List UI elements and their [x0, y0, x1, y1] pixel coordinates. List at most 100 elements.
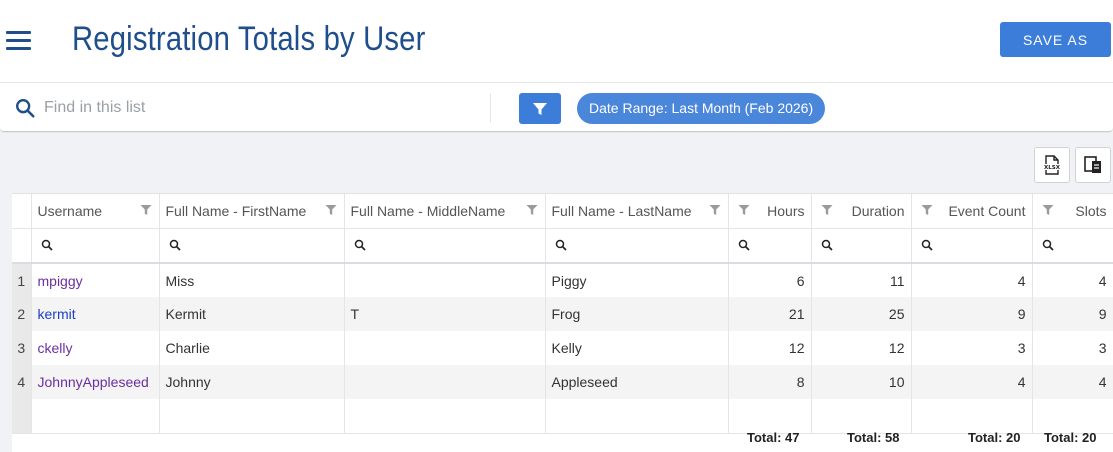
export-xlsx-button[interactable]: XLSX	[1034, 147, 1070, 183]
column-header-hours[interactable]: Hours	[728, 194, 812, 229]
event-count-cell: 4	[911, 263, 1033, 297]
search-icon	[354, 240, 366, 251]
total-hours: Total: 47	[747, 430, 800, 445]
save-as-button[interactable]: SAVE AS	[1000, 22, 1111, 57]
column-chooser-button[interactable]	[1075, 147, 1111, 183]
total-duration: Total: 58	[847, 430, 900, 445]
slots-cell: 4	[1032, 365, 1113, 399]
column-chooser-icon	[1084, 156, 1101, 173]
search-icon	[738, 240, 750, 251]
total-event-count: Total: 20	[968, 430, 1021, 445]
column-header-duration[interactable]: Duration	[811, 194, 912, 229]
column-filter-icon[interactable]	[1042, 204, 1054, 216]
search-icon	[921, 240, 933, 251]
column-header-username[interactable]: Username	[31, 194, 160, 229]
xlsx-export-icon: XLSX	[1044, 155, 1061, 175]
totals-row: Total: 47 Total: 58 Total: 20 Total: 20	[12, 430, 1113, 448]
search-icon	[16, 99, 35, 118]
page-title: Registration Totals by User	[72, 20, 426, 58]
username-link[interactable]: ckelly	[38, 340, 73, 356]
username-link[interactable]: JohnnyAppleseed	[38, 374, 149, 390]
duration-cell: 11	[811, 263, 912, 297]
username-cell: mpiggy	[31, 263, 160, 297]
middlename-cell	[344, 331, 546, 365]
lastname-cell: Piggy	[545, 263, 729, 297]
table-row[interactable]: 1 mpiggy Miss Piggy 6 11 4 4	[12, 263, 1113, 297]
duration-cell: 12	[811, 331, 912, 365]
slots-cell: 3	[1032, 331, 1113, 365]
lastname-cell: Frog	[545, 297, 729, 331]
username-cell: ckelly	[31, 331, 160, 365]
table-row[interactable]: 2 kermit Kermit T Frog 21 25 9 9	[12, 297, 1113, 331]
row-number: 3	[12, 331, 32, 365]
top-bar: Registration Totals by User SAVE AS	[0, 0, 1113, 82]
lastname-cell: Appleseed	[545, 365, 729, 399]
divider	[490, 93, 491, 123]
filter-cell-hours[interactable]	[728, 228, 812, 264]
column-header-slots[interactable]: Slots	[1032, 194, 1113, 229]
search-icon	[41, 240, 53, 251]
duration-cell: 25	[811, 297, 912, 331]
username-link[interactable]: mpiggy	[38, 273, 83, 289]
lastname-cell: Kelly	[545, 331, 729, 365]
column-filter-icon[interactable]	[325, 204, 337, 216]
middlename-cell	[344, 365, 546, 399]
filter-cell-lastname[interactable]	[545, 228, 729, 264]
row-number: 2	[12, 297, 32, 331]
column-header-middlename[interactable]: Full Name - MiddleName	[344, 194, 546, 229]
row-number: 1	[12, 263, 32, 297]
search-icon	[821, 240, 833, 251]
hours-cell: 8	[728, 365, 812, 399]
filter-cell-slots[interactable]	[1032, 228, 1113, 264]
svg-text:XLSX: XLSX	[1044, 165, 1061, 171]
firstname-cell: Johnny	[159, 365, 345, 399]
username-cell: JohnnyAppleseed	[31, 365, 160, 399]
search-input[interactable]	[44, 93, 474, 123]
slots-cell: 9	[1032, 297, 1113, 331]
hours-cell: 21	[728, 297, 812, 331]
slots-cell: 4	[1032, 263, 1113, 297]
column-header-lastname[interactable]: Full Name - LastName	[545, 194, 729, 229]
column-filter-icon[interactable]	[738, 204, 750, 216]
search-icon	[169, 240, 181, 251]
column-filter-icon[interactable]	[709, 204, 721, 216]
search-icon	[555, 240, 567, 251]
duration-cell: 10	[811, 365, 912, 399]
filter-cell-firstname[interactable]	[159, 228, 345, 264]
column-filter-icon[interactable]	[821, 204, 833, 216]
username-link[interactable]: kermit	[38, 306, 76, 322]
event-count-cell: 4	[911, 365, 1033, 399]
column-header-event-count[interactable]: Event Count	[911, 194, 1033, 229]
middlename-cell: T	[344, 297, 546, 331]
column-filter-icon[interactable]	[921, 204, 933, 216]
hours-cell: 12	[728, 331, 812, 365]
date-range-chip[interactable]: Date Range: Last Month (Feb 2026)	[577, 93, 826, 124]
row-number-filter-cell	[12, 228, 32, 264]
filter-button[interactable]	[519, 93, 561, 124]
middlename-cell	[344, 263, 546, 297]
username-cell: kermit	[31, 297, 160, 331]
filter-cell-middlename[interactable]	[344, 228, 546, 264]
column-header-firstname[interactable]: Full Name - FirstName	[159, 194, 345, 229]
row-number: 4	[12, 365, 32, 399]
table-row[interactable]: 3 ckelly Charlie Kelly 12 12 3 3	[12, 331, 1113, 365]
filter-icon	[533, 102, 547, 115]
firstname-cell: Kermit	[159, 297, 345, 331]
hours-cell: 6	[728, 263, 812, 297]
firstname-cell: Miss	[159, 263, 345, 297]
search-bar: Date Range: Last Month (Feb 2026)	[0, 82, 1113, 132]
filter-cell-username[interactable]	[31, 228, 160, 264]
event-count-cell: 3	[911, 331, 1033, 365]
table-row[interactable]: 4 JohnnyAppleseed Johnny Appleseed 8 10 …	[12, 365, 1113, 399]
total-slots: Total: 20	[1044, 430, 1097, 445]
menu-icon[interactable]	[6, 31, 31, 51]
search-icon	[1042, 240, 1054, 251]
data-grid: Username Full Name - FirstName Full Name…	[12, 193, 1113, 452]
row-number-header	[12, 194, 32, 229]
event-count-cell: 9	[911, 297, 1033, 331]
column-filter-icon[interactable]	[140, 204, 152, 216]
filter-cell-event-count[interactable]	[911, 228, 1033, 264]
column-filter-icon[interactable]	[526, 204, 538, 216]
filter-cell-duration[interactable]	[811, 228, 912, 264]
results-table: Username Full Name - FirstName Full Name…	[12, 194, 1113, 434]
